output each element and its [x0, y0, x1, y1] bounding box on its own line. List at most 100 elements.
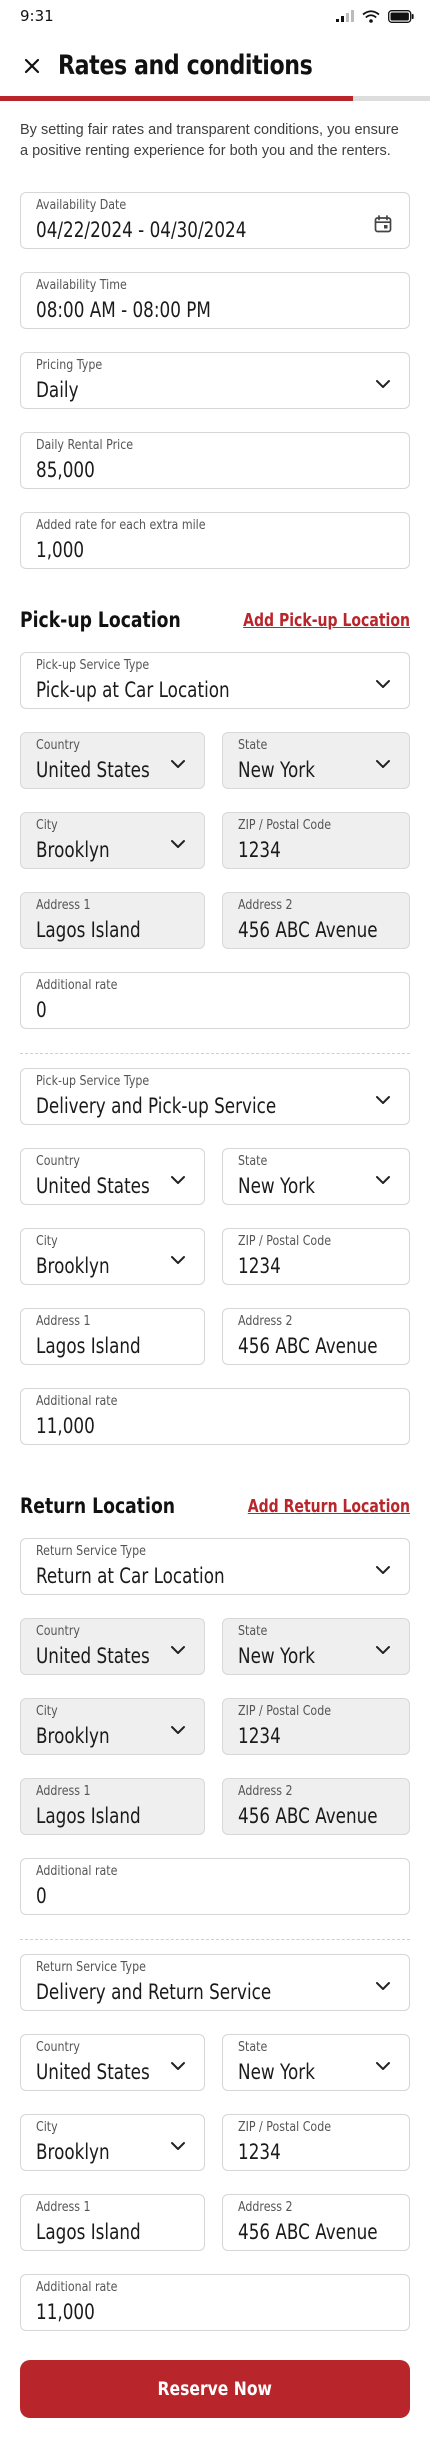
return-1-address1-field[interactable]: Address 1 Lagos Island	[20, 1778, 205, 1835]
pickup-1-country-select[interactable]: Country United States	[20, 732, 205, 789]
page-title: Rates and conditions	[58, 50, 313, 81]
field-value: United States	[36, 1644, 150, 1668]
field-value: Delivery and Return Service	[36, 1980, 272, 2004]
field-label: Address 2	[238, 2200, 293, 2215]
pickup-1-city-select[interactable]: City Brooklyn	[20, 812, 205, 869]
field-label: ZIP / Postal Code	[238, 2120, 332, 2135]
chevron-down-icon	[373, 1560, 393, 1580]
field-label: ZIP / Postal Code	[238, 1234, 332, 1249]
field-label: Added rate for each extra mile	[36, 518, 206, 533]
pickup-2-address2-field[interactable]: Address 2 456 ABC Avenue	[222, 1308, 410, 1365]
field-value: New York	[238, 1174, 315, 1198]
chevron-down-icon	[168, 1640, 188, 1660]
field-label: Country	[36, 738, 80, 753]
field-label: ZIP / Postal Code	[238, 818, 332, 833]
field-value: 456 ABC Avenue	[238, 1804, 378, 1828]
field-value: Lagos Island	[36, 1804, 141, 1828]
return-1-additional-rate-field[interactable]: Additional rate 0	[20, 1858, 410, 1915]
pickup-1-address2-field[interactable]: Address 2 456 ABC Avenue	[222, 892, 410, 949]
field-label: Country	[36, 2040, 80, 2055]
pickup-2-service-type-select[interactable]: Pick-up Service Type Delivery and Pick-up…	[20, 1068, 410, 1125]
field-label: Country	[36, 1154, 80, 1169]
pickup-2-additional-rate-field[interactable]: Additional rate 11,000	[20, 1388, 410, 1445]
field-value: 1234	[238, 1254, 281, 1278]
field-label: Additional rate	[36, 2280, 118, 2295]
field-value: 1234	[238, 1724, 281, 1748]
field-label: Availability Time	[36, 278, 127, 293]
daily-rental-price-field[interactable]: Daily Rental Price 85,000	[20, 432, 410, 489]
field-label: Return Service Type	[36, 1960, 146, 1975]
field-value: Lagos Island	[36, 1334, 141, 1358]
field-label: City	[36, 2120, 58, 2135]
return-2-city-select[interactable]: City Brooklyn	[20, 2114, 205, 2171]
field-value: Brooklyn	[36, 1254, 110, 1278]
field-label: State	[238, 2040, 268, 2055]
field-label: Address 2	[238, 1314, 293, 1329]
return-2-address1-field[interactable]: Address 1 Lagos Island	[20, 2194, 205, 2251]
chevron-down-icon	[373, 1640, 393, 1660]
return-1-state-select[interactable]: State New York	[222, 1618, 410, 1675]
field-value: 1,000	[36, 538, 85, 562]
pickup-1-state-select[interactable]: State New York	[222, 732, 410, 789]
chevron-down-icon	[373, 374, 393, 394]
field-value: Pick-up at Car Location	[36, 678, 230, 702]
pickup-1-address1-field[interactable]: Address 1 Lagos Island	[20, 892, 205, 949]
calendar-icon[interactable]	[373, 214, 393, 234]
return-2-address2-field[interactable]: Address 2 456 ABC Avenue	[222, 2194, 410, 2251]
field-label: State	[238, 738, 268, 753]
chevron-down-icon	[168, 2136, 188, 2156]
field-value: 04/22/2024 - 04/30/2024	[36, 218, 247, 242]
signal-icon	[336, 10, 354, 22]
field-label: Address 1	[36, 1314, 91, 1329]
battery-icon	[388, 9, 414, 23]
progress-fill	[0, 96, 353, 101]
pickup-2-state-select[interactable]: State New York	[222, 1148, 410, 1205]
field-value: United States	[36, 2060, 150, 2084]
pickup-2-country-select[interactable]: Country United States	[20, 1148, 205, 1205]
return-2-zip-field[interactable]: ZIP / Postal Code 1234	[222, 2114, 410, 2171]
field-label: Pricing Type	[36, 358, 103, 373]
return-1-address2-field[interactable]: Address 2 456 ABC Avenue	[222, 1778, 410, 1835]
return-1-country-select[interactable]: Country United States	[20, 1618, 205, 1675]
field-label: Address 2	[238, 898, 293, 913]
return-2-additional-rate-field[interactable]: Additional rate 11,000	[20, 2274, 410, 2331]
return-2-country-select[interactable]: Country United States	[20, 2034, 205, 2091]
field-value: Brooklyn	[36, 2140, 110, 2164]
add-pickup-location-link[interactable]: Add Pick-up Location	[243, 610, 410, 631]
reserve-now-button[interactable]: Reserve Now	[20, 2360, 410, 2418]
chevron-down-icon	[168, 1250, 188, 1270]
field-label: Additional rate	[36, 978, 118, 993]
close-icon	[24, 58, 40, 74]
return-1-zip-field[interactable]: ZIP / Postal Code 1234	[222, 1698, 410, 1755]
status-time: 9:31	[20, 7, 54, 25]
return-2-service-type-select[interactable]: Return Service Type Delivery and Return S…	[20, 1954, 410, 2011]
chevron-down-icon	[373, 1090, 393, 1110]
field-value: Daily	[36, 378, 79, 402]
field-label: State	[238, 1624, 268, 1639]
availability-date-field[interactable]: Availability Date 04/22/2024 - 04/30/202…	[20, 192, 410, 249]
add-return-location-link[interactable]: Add Return Location	[248, 1496, 410, 1517]
pickup-2-address1-field[interactable]: Address 1 Lagos Island	[20, 1308, 205, 1365]
field-value: 0	[36, 998, 47, 1022]
pricing-type-select[interactable]: Pricing Type Daily	[20, 352, 410, 409]
field-value: New York	[238, 1644, 315, 1668]
field-value: 1234	[238, 2140, 281, 2164]
availability-time-field[interactable]: Availability Time 08:00 AM - 08:00 PM	[20, 272, 410, 329]
pickup-1-additional-rate-field[interactable]: Additional rate 0	[20, 972, 410, 1029]
field-value: Return at Car Location	[36, 1564, 225, 1588]
chevron-down-icon	[168, 1170, 188, 1190]
field-label: City	[36, 1234, 58, 1249]
pickup-1-zip-field[interactable]: ZIP / Postal Code 1234	[222, 812, 410, 869]
pickup-2-zip-field[interactable]: ZIP / Postal Code 1234	[222, 1228, 410, 1285]
field-label: ZIP / Postal Code	[238, 1704, 332, 1719]
close-button[interactable]	[18, 52, 46, 80]
return-1-service-type-select[interactable]: Return Service Type Return at Car Locatio…	[20, 1538, 410, 1595]
field-value: 1234	[238, 838, 281, 862]
extra-mile-rate-field[interactable]: Added rate for each extra mile 1,000	[20, 512, 410, 569]
pickup-1-service-type-select[interactable]: Pick-up Service Type Pick-up at Car Locat…	[20, 652, 410, 709]
return-2-state-select[interactable]: State New York	[222, 2034, 410, 2091]
return-1-city-select[interactable]: City Brooklyn	[20, 1698, 205, 1755]
pickup-2-city-select[interactable]: City Brooklyn	[20, 1228, 205, 1285]
entry-divider	[20, 1939, 410, 1940]
field-label: Additional rate	[36, 1864, 118, 1879]
